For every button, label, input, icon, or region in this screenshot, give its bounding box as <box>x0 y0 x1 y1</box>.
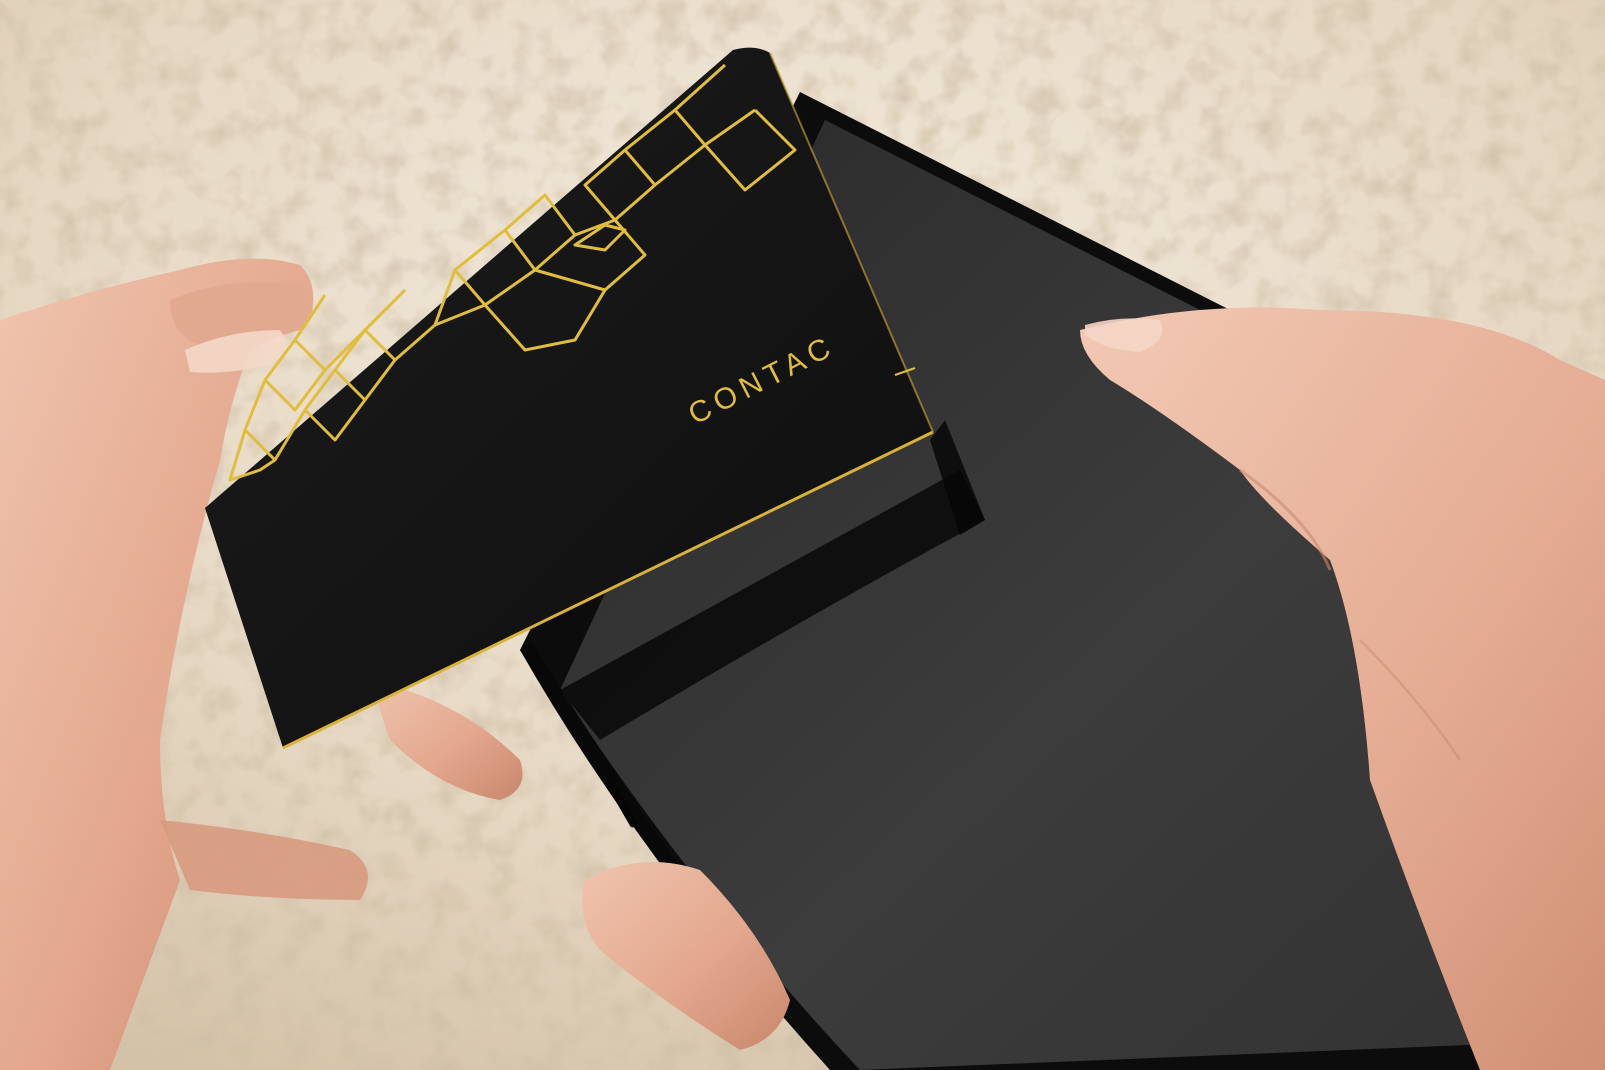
photo-scene: CONTAC <box>0 0 1605 1070</box>
scene-illustration: CONTAC <box>0 0 1605 1070</box>
